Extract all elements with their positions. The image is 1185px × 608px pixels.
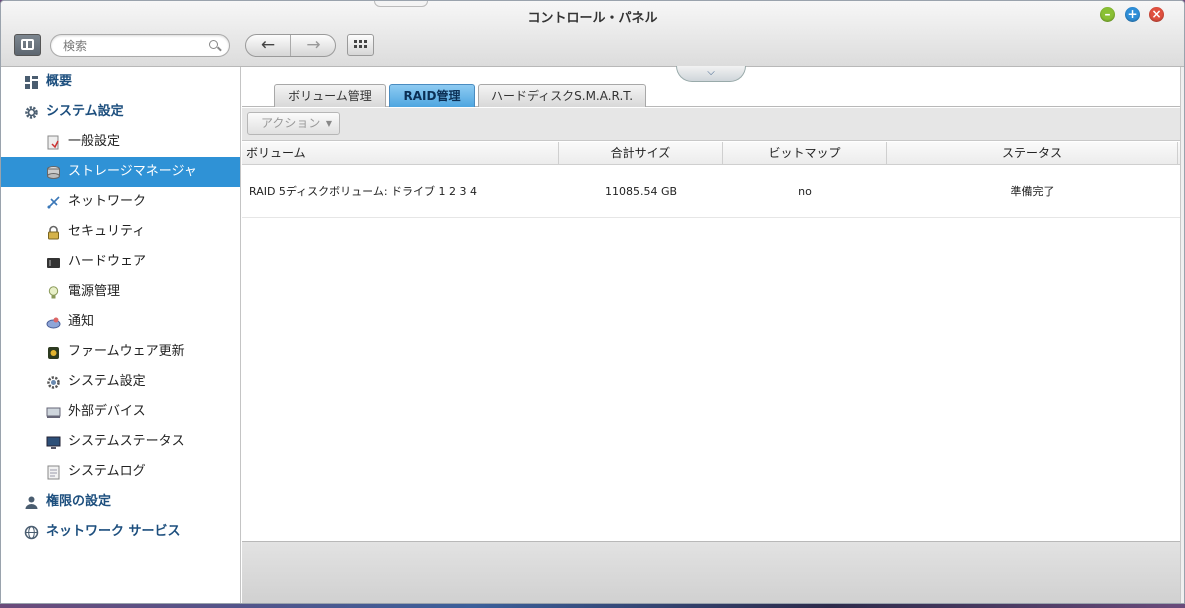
hardware-icon — [47, 258, 60, 268]
forward-button[interactable]: → — [291, 35, 335, 56]
external-device-icon — [46, 407, 61, 418]
title-bar: コントロール・パネル – + × ← → — [1, 1, 1184, 67]
cell-bitmap: no — [798, 185, 812, 198]
window-grip[interactable] — [374, 1, 428, 7]
arrow-right-icon: → — [306, 35, 321, 55]
column-header-status[interactable]: ステータス — [887, 142, 1178, 165]
action-label: アクション — [261, 116, 321, 130]
tab-hdd-smart[interactable]: ハードディスクS.M.A.R.T. — [478, 84, 646, 107]
overview-icon — [25, 76, 38, 89]
collapse-header-button[interactable]: ⌵ — [676, 66, 746, 82]
sidebar-item-label: システム設定 — [68, 374, 146, 389]
sidebar-item-overview[interactable]: 概要 — [1, 67, 240, 97]
sidebar-item-notification[interactable]: 通知 — [1, 307, 240, 337]
tab-strip: ⌵ ボリューム管理 RAID管理 ハードディスクS.M.A.R.T. — [242, 66, 1180, 107]
table-header: ボリューム 合計サイズ ビットマップ ステータス — [242, 142, 1180, 165]
notification-icon — [46, 317, 61, 329]
action-toolbar: アクション ▼ — [242, 108, 1180, 141]
sidebar: 概要 システム設定 一般設定 ストレージマネージャ ネットワーク セキュリティ … — [1, 67, 241, 603]
back-button[interactable]: ← — [246, 35, 291, 56]
sidebar-item-label: ネットワーク サービス — [46, 524, 181, 539]
lightbulb-icon — [48, 286, 59, 299]
sidebar-icon — [21, 39, 34, 50]
sidebar-item-system-settings[interactable]: システム設定 — [1, 97, 240, 127]
sidebar-item-label: ストレージマネージャ — [68, 164, 197, 179]
sidebar-item-firmware-update[interactable]: ファームウェア更新 — [1, 337, 240, 367]
cell-volume: RAID 5ディスクボリューム: ドライブ 1 2 3 4 — [249, 185, 478, 198]
sidebar-item-label: 電源管理 — [68, 284, 121, 299]
cell-total-size: 11085.54 GB — [604, 185, 678, 198]
sidebar-item-label: ファームウェア更新 — [68, 344, 185, 359]
sidebar-item-label: 通知 — [68, 314, 95, 329]
sidebar-item-network[interactable]: ネットワーク — [1, 187, 240, 217]
system-settings-icon — [47, 376, 60, 389]
close-icon[interactable]: × — [1149, 7, 1164, 22]
history-nav: ← → — [245, 34, 336, 57]
window-title: コントロール・パネル — [527, 11, 658, 26]
content-footer — [242, 541, 1180, 603]
sidebar-item-label: 権限の設定 — [46, 494, 112, 509]
right-edge — [1180, 67, 1184, 603]
firmware-icon — [48, 347, 59, 359]
sidebar-item-label: 概要 — [46, 74, 73, 89]
network-icon — [47, 196, 60, 209]
sidebar-item-label: ハードウェア — [68, 254, 147, 269]
action-dropdown-button[interactable]: アクション ▼ — [247, 112, 340, 135]
search-input[interactable] — [63, 38, 203, 54]
main-content: ⌵ ボリューム管理 RAID管理 ハードディスクS.M.A.R.T. アクション… — [242, 66, 1180, 603]
sidebar-item-system-status[interactable]: システムステータス — [1, 427, 240, 457]
sidebar-item-power[interactable]: 電源管理 — [1, 277, 240, 307]
general-settings-icon — [47, 135, 59, 150]
user-icon — [25, 496, 38, 509]
sidebar-item-label: システムステータス — [68, 434, 185, 449]
minimize-icon[interactable]: – — [1100, 7, 1115, 22]
sidebar-item-hardware[interactable]: ハードウェア — [1, 247, 240, 277]
sidebar-item-label: 外部デバイス — [68, 404, 146, 419]
chevron-down-icon: ⌵ — [707, 67, 715, 78]
tab-volume-management[interactable]: ボリューム管理 — [274, 84, 386, 107]
monitor-icon — [46, 436, 61, 449]
arrow-left-icon: ← — [260, 35, 276, 55]
search-icon[interactable] — [209, 40, 218, 49]
control-panel-window: コントロール・パネル – + × ← → 概要 — [0, 0, 1185, 604]
sidebar-item-system-log[interactable]: システムログ — [1, 457, 240, 487]
column-header-volume[interactable]: ボリューム — [242, 142, 559, 165]
sidebar-item-storage-manager[interactable]: ストレージマネージャ — [1, 157, 240, 187]
sidebar-item-permissions[interactable]: 権限の設定 — [1, 487, 240, 517]
lock-icon — [48, 225, 59, 240]
sidebar-item-label: ネットワーク — [68, 194, 147, 209]
cell-status: 準備完了 — [1010, 185, 1055, 198]
globe-icon — [24, 525, 39, 540]
table-row[interactable]: RAID 5ディスクボリューム: ドライブ 1 2 3 4 11085.54 G… — [242, 166, 1180, 218]
sidebar-item-security[interactable]: セキュリティ — [1, 217, 240, 247]
column-header-total-size[interactable]: 合計サイズ — [559, 142, 723, 165]
sidebar-item-network-services[interactable]: ネットワーク サービス — [1, 517, 240, 547]
sidebar-item-label: 一般設定 — [68, 134, 121, 149]
sidebar-item-label: セキュリティ — [68, 224, 146, 239]
sidebar-item-general-settings[interactable]: 一般設定 — [1, 127, 240, 157]
storage-icon — [47, 166, 60, 179]
sidebar-item-external-device[interactable]: 外部デバイス — [1, 397, 240, 427]
grid-icon — [354, 40, 367, 48]
gear-icon — [25, 106, 38, 119]
search-box[interactable] — [50, 34, 230, 57]
sidebar-item-label: システム設定 — [46, 104, 124, 119]
tab-raid-management[interactable]: RAID管理 — [389, 84, 475, 107]
sidebar-item-system-config[interactable]: システム設定 — [1, 367, 240, 397]
column-header-bitmap[interactable]: ビットマップ — [723, 142, 887, 165]
log-icon — [47, 465, 60, 480]
app-grid-button[interactable] — [347, 34, 374, 56]
sidebar-item-label: システムログ — [68, 464, 146, 479]
maximize-icon[interactable]: + — [1125, 7, 1140, 22]
caret-down-icon: ▼ — [325, 119, 332, 128]
toggle-sidebar-button[interactable] — [14, 34, 41, 56]
